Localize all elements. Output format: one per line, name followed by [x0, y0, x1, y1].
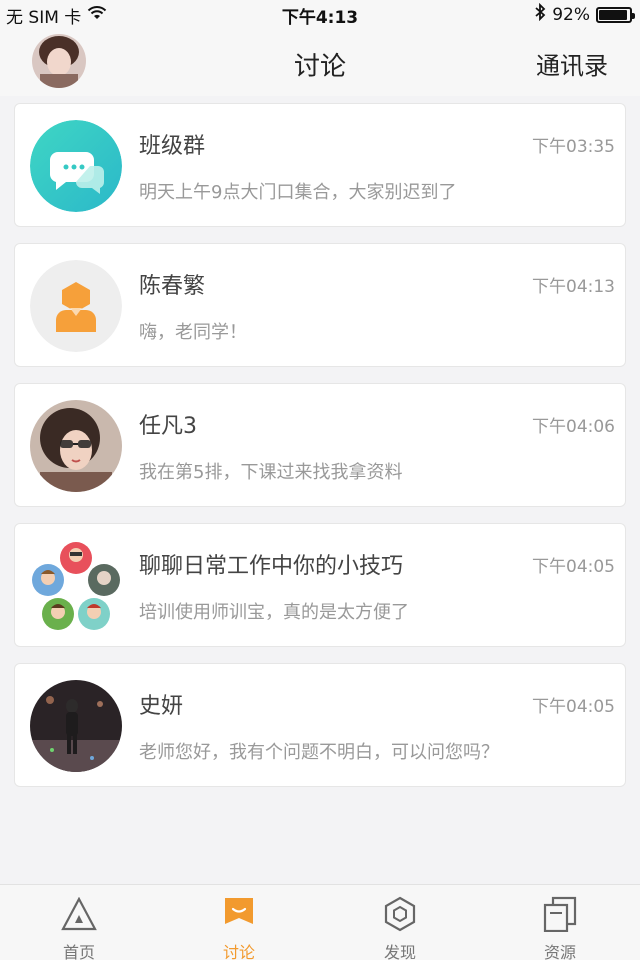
contacts-button[interactable]: 通讯录 — [536, 46, 608, 81]
conversation-name: 陈春繁 — [139, 274, 206, 299]
conversation-message: 培训使用师训宝，真的是太方便了 — [139, 602, 409, 623]
conversation-item[interactable]: 任凡3 下午04:06 我在第5排，下课过来找我拿资料 — [14, 383, 626, 507]
home-icon — [29, 895, 129, 933]
resources-icon — [510, 895, 610, 933]
conversation-time: 下午04:06 — [532, 417, 615, 437]
battery-icon — [596, 6, 635, 23]
conversation-name: 任凡3 — [139, 414, 197, 439]
bluetooth-icon — [534, 2, 546, 26]
conversation-message: 明天上午9点大门口集合，大家别迟到了 — [139, 182, 457, 203]
tab-resources[interactable]: 资源 — [510, 895, 610, 960]
tab-resources-label: 资源 — [543, 943, 576, 960]
conversation-time: 下午03:35 — [532, 137, 615, 157]
discussion-icon — [189, 895, 289, 933]
tab-discussion-label: 讨论 — [222, 943, 255, 960]
tab-discover[interactable]: 发现 — [350, 895, 450, 960]
status-right: 92% — [534, 2, 635, 26]
user-photo-avatar — [30, 680, 122, 772]
group-members-avatar — [30, 540, 122, 632]
conversation-item[interactable]: 史妍 下午04:05 老师您好，我有个问题不明白，可以问您吗？ — [14, 663, 626, 787]
group-chat-icon — [30, 120, 122, 212]
battery-percent: 92% — [552, 4, 590, 25]
status-bar: 无 SIM 卡 下午4:13 92% — [0, 0, 640, 28]
tab-discussion[interactable]: 讨论 — [189, 895, 289, 960]
battery-level — [599, 9, 627, 20]
conversation-time: 下午04:13 — [532, 277, 615, 297]
conversation-time: 下午04:05 — [532, 557, 615, 577]
conversation-time: 下午04:05 — [532, 697, 615, 717]
header: 讨论 通讯录 — [0, 28, 640, 96]
user-photo-avatar — [30, 400, 122, 492]
tab-discover-label: 发现 — [383, 943, 416, 960]
discover-icon — [350, 895, 450, 933]
conversation-item[interactable]: 陈春繁 下午04:13 嗨，老同学！ — [14, 243, 626, 367]
conversation-name: 班级群 — [139, 134, 206, 159]
conversation-message: 嗨，老同学！ — [139, 322, 247, 343]
default-user-avatar — [30, 260, 122, 352]
conversation-list: 班级群 下午03:35 明天上午9点大门口集合，大家别迟到了 陈春繁 下午04:… — [14, 103, 626, 803]
conversation-name: 史妍 — [139, 694, 184, 719]
tab-home[interactable]: 首页 — [29, 895, 129, 960]
conversation-item[interactable]: 班级群 下午03:35 明天上午9点大门口集合，大家别迟到了 — [14, 103, 626, 227]
conversation-name: 聊聊日常工作中你的小技巧 — [139, 554, 404, 579]
conversation-item[interactable]: 聊聊日常工作中你的小技巧 下午04:05 培训使用师训宝，真的是太方便了 — [14, 523, 626, 647]
conversation-message: 老师您好，我有个问题不明白，可以问您吗？ — [139, 742, 499, 763]
tab-bar: 首页 讨论 发现 资源 — [0, 884, 640, 960]
tab-home-label: 首页 — [62, 943, 95, 960]
conversation-message: 我在第5排，下课过来找我拿资料 — [139, 462, 403, 483]
